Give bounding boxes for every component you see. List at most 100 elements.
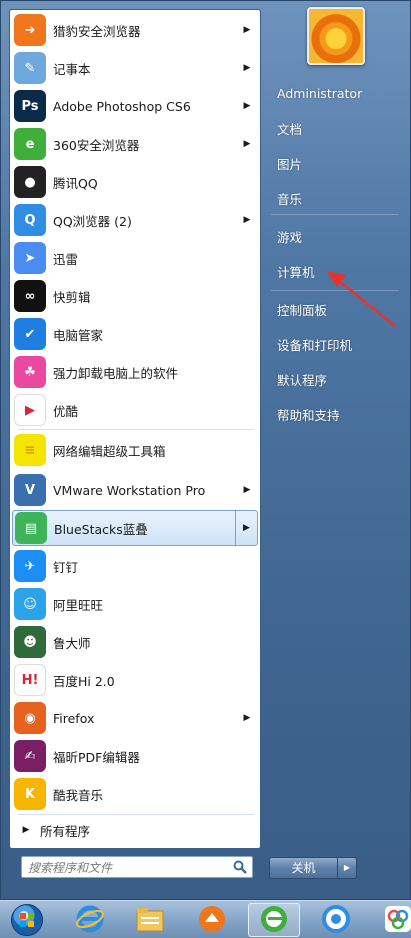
menu-item-default-programs[interactable]: 默认程序 — [269, 365, 401, 393]
notepad-icon: ✎ — [14, 52, 46, 84]
360-browser-icon: e — [14, 128, 46, 160]
submenu-arrow-icon[interactable]: ▶ — [240, 63, 254, 73]
file-explorer-taskbar-button[interactable] — [124, 903, 176, 937]
search-placeholder: 搜索程序和文件 — [28, 860, 113, 875]
program-label: VMware Workstation Pro — [53, 482, 206, 498]
menu-item-computer[interactable]: 计算机 — [269, 257, 401, 285]
aliwangwang-icon: ☺ — [14, 588, 46, 620]
program-item[interactable]: Q QQ浏览器 (2) ▶ — [12, 202, 258, 238]
program-label: 快剪辑 — [53, 289, 91, 305]
program-item[interactable]: ☻ 鲁大师 — [12, 624, 258, 660]
menu-item-user-name[interactable]: Administrator — [269, 79, 401, 107]
program-label: 网络编辑超级工具箱 — [53, 443, 166, 459]
program-item[interactable]: ☘ 强力卸载电脑上的软件 — [12, 354, 258, 390]
program-item[interactable]: ◉ Firefox ▶ — [12, 700, 258, 736]
program-item[interactable]: ✍ 福昕PDF编辑器 — [12, 738, 258, 774]
submenu-arrow-icon[interactable]: ▶ — [235, 511, 257, 545]
program-item[interactable]: Ps Adobe Photoshop CS6 ▶ — [12, 88, 258, 124]
program-label: 电脑管家 — [53, 327, 104, 343]
program-item[interactable]: ▶ 优酷 — [12, 392, 258, 428]
search-icon[interactable] — [232, 859, 248, 875]
ludashi-icon: ☻ — [14, 626, 46, 658]
menu-item-help-and-support[interactable]: 帮助和支持 — [269, 400, 401, 428]
menu-item-control-panel[interactable]: 控制面板 — [269, 295, 401, 323]
program-label: Firefox — [53, 710, 95, 726]
menu-item-documents[interactable]: 文档 — [269, 114, 401, 142]
programs-pane: ➜ 猎豹安全浏览器 ▶ ✎ 记事本 ▶ Ps Adobe Photoshop CS6 ▶ e 360… — [9, 9, 261, 849]
program-item[interactable]: K 酷我音乐 — [12, 776, 258, 812]
vmware-icon: V — [14, 474, 46, 506]
qq-browser-icon — [321, 904, 351, 937]
submenu-arrow-icon[interactable]: ▶ — [240, 713, 254, 723]
program-label: 猎豹安全浏览器 — [53, 23, 141, 39]
xunlei-icon: ➤ — [14, 242, 46, 274]
baidu-hi-icon: H! — [14, 664, 46, 696]
program-label: 鲁大师 — [53, 635, 91, 651]
all-programs-button[interactable]: ▶ 所有程序 — [12, 818, 258, 842]
program-item[interactable]: H! 百度Hi 2.0 — [12, 662, 258, 698]
program-label: 迅雷 — [53, 251, 79, 267]
program-label: 360安全浏览器 — [53, 137, 140, 153]
submenu-arrow-icon[interactable]: ▶ — [240, 485, 254, 495]
bluestacks-icon: ▤ — [15, 512, 47, 544]
program-item[interactable]: ≡ 网络编辑超级工具箱 — [12, 432, 258, 468]
app-taskbar-button[interactable] — [372, 903, 411, 937]
expand-arrow-icon: ▶ — [22, 825, 30, 835]
program-item[interactable]: ✈ 钉钉 — [12, 548, 258, 584]
program-label: 福昕PDF编辑器 — [53, 749, 140, 765]
menu-item-music[interactable]: 音乐 — [269, 184, 401, 212]
program-label: BlueStacks蓝叠 — [54, 521, 148, 537]
submenu-arrow-icon[interactable]: ▶ — [240, 25, 254, 35]
program-label: 钉钉 — [53, 559, 79, 575]
kuwo-music-icon: K — [14, 778, 46, 810]
program-label: 强力卸载电脑上的软件 — [53, 365, 179, 381]
foxit-pdf-icon: ✍ — [14, 740, 46, 772]
program-item[interactable]: ● 腾讯QQ — [12, 164, 258, 200]
start-orb-icon — [11, 904, 43, 936]
toolbox-icon: ≡ — [14, 434, 46, 466]
program-item[interactable]: ∞ 快剪辑 — [12, 278, 258, 314]
cheetah-browser-taskbar-button[interactable] — [186, 903, 238, 937]
separator — [18, 429, 254, 430]
ie-taskbar-button[interactable] — [64, 903, 116, 937]
program-label: 优酷 — [53, 403, 79, 419]
menu-item-pictures[interactable]: 图片 — [269, 149, 401, 177]
submenu-arrow-icon[interactable]: ▶ — [240, 101, 254, 111]
program-label: 腾讯QQ — [53, 175, 98, 191]
program-item[interactable]: ✔ 电脑管家 — [12, 316, 258, 352]
submenu-arrow-icon[interactable]: ▶ — [240, 215, 254, 225]
taskbar — [0, 900, 411, 938]
menu-item-devices-and-printers[interactable]: 设备和打印机 — [269, 330, 401, 358]
program-item[interactable]: ➤ 迅雷 — [12, 240, 258, 276]
all-programs-label: 所有程序 — [40, 823, 91, 839]
program-label: QQ浏览器 (2) — [53, 213, 132, 229]
program-item[interactable]: ▤ BlueStacks蓝叠 ▶ — [12, 510, 258, 546]
user-avatar[interactable] — [307, 7, 365, 65]
program-item[interactable]: ✎ 记事本 ▶ — [12, 50, 258, 86]
360-browser-taskbar-button[interactable] — [248, 903, 300, 937]
program-item[interactable]: e 360安全浏览器 ▶ — [12, 126, 258, 162]
windows-logo-icon — [11, 904, 43, 936]
qq-browser-taskbar-button[interactable] — [310, 903, 362, 937]
menu-item-games[interactable]: 游戏 — [269, 222, 401, 250]
shutdown-button[interactable]: 关机 — [270, 858, 338, 878]
separator — [18, 814, 254, 815]
search-input[interactable]: 搜索程序和文件 — [21, 856, 253, 878]
program-item[interactable]: ☺ 阿里旺旺 — [12, 586, 258, 622]
app-icon — [383, 904, 411, 937]
pc-manager-shield-icon: ✔ — [14, 318, 46, 350]
start-menu: ➜ 猎豹安全浏览器 ▶ ✎ 记事本 ▶ Ps Adobe Photoshop CS6 ▶ e 360… — [0, 0, 411, 900]
program-label: 百度Hi 2.0 — [53, 673, 115, 689]
program-item[interactable]: ➜ 猎豹安全浏览器 ▶ — [12, 12, 258, 48]
start-orb-taskbar-button[interactable] — [2, 903, 52, 937]
program-label: 阿里旺旺 — [53, 597, 104, 613]
search-area: 搜索程序和文件 — [9, 849, 261, 893]
submenu-arrow-icon[interactable]: ▶ — [240, 139, 254, 149]
cheetah-browser-icon — [197, 904, 227, 937]
dingtalk-icon: ✈ — [14, 550, 46, 582]
uninstaller-icon: ☘ — [14, 356, 46, 388]
program-item[interactable]: V VMware Workstation Pro ▶ — [12, 472, 258, 508]
separator — [271, 214, 399, 215]
shutdown-options-arrow-icon[interactable]: ▶ — [338, 858, 356, 878]
separator — [271, 290, 399, 291]
